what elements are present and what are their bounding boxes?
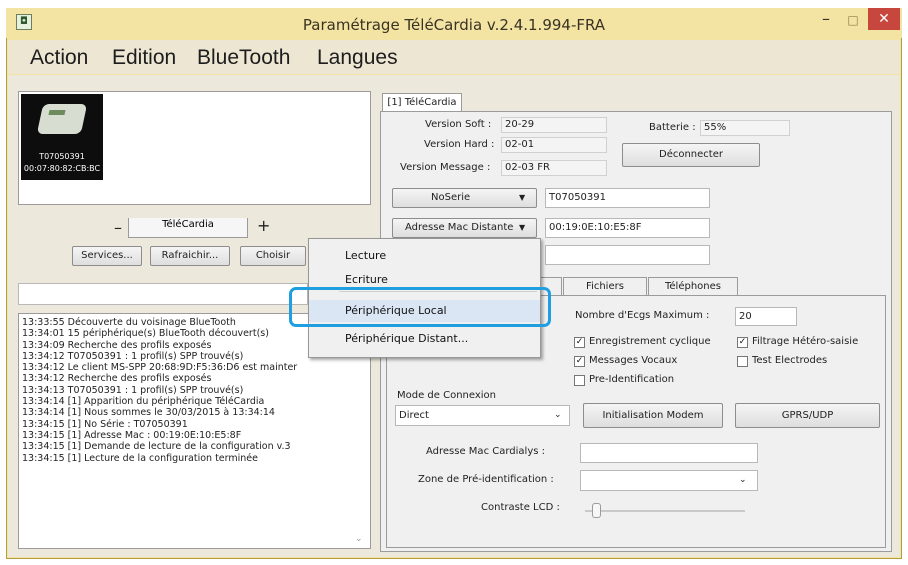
max-ecg-input[interactable]: 20 [735, 307, 797, 326]
window-title: Paramétrage TéléCardia v.2.4.1.994-FRA [302, 16, 606, 34]
mac-select[interactable]: Adresse Mac Distante ▼ [392, 218, 537, 238]
disconnect-button[interactable]: Déconnecter [622, 143, 760, 167]
menu-edition[interactable]: Edition [112, 46, 176, 70]
device-mac: 00:07:80:82:CB:BC [23, 164, 101, 173]
device-id: T07050391 [39, 152, 85, 161]
chevron-down-icon: ⌄ [554, 410, 562, 420]
battery-label: Batterie : [649, 122, 696, 133]
tab-telephones[interactable]: Téléphones [648, 277, 738, 296]
menu-item-lecture[interactable]: Lecture [309, 245, 540, 267]
preid-label: Pre-Identification [589, 374, 675, 385]
gprs-button[interactable]: GPRS/UDP [735, 403, 880, 428]
refresh-button[interactable]: Rafraichir... [150, 246, 230, 266]
device-tile[interactable]: T07050391 00:07:80:82:CB:BC [21, 94, 103, 180]
log-line: 13:34:12 Le client MS-SPP 20:68:9D:F5:36… [22, 362, 298, 374]
preid-zone-label: Zone de Pré-identification : [418, 474, 554, 485]
test-label: Test Electrodes [752, 355, 828, 366]
version-msg-value: 02-03 FR [501, 160, 607, 176]
noserie-select-label: NoSerie [431, 192, 471, 203]
version-hard-value: 02-01 [501, 137, 607, 153]
log-line: 13:34:14 [1] Nous sommes le 30/03/2015 à… [22, 407, 275, 419]
menu-bluetooth[interactable]: BlueTooth [197, 46, 290, 70]
log-line: 13:34:15 [1] No Série : T07050391 [22, 418, 188, 430]
log-line: 13:34:13 T07050391 : 1 profil(s) SPP tro… [22, 384, 244, 396]
minimize-button[interactable]: – [813, 10, 839, 30]
contrast-slider-track[interactable] [585, 510, 745, 512]
device-list[interactable]: T07050391 00:07:80:82:CB:BC [18, 91, 371, 205]
battery-value: 55% [700, 120, 790, 136]
menu-item-peripherique-distant[interactable]: Périphérique Distant... [309, 328, 540, 350]
preid-zone-select[interactable]: ⌄ [580, 470, 758, 491]
maximize-button[interactable]: □ [840, 10, 866, 30]
contrast-slider-thumb[interactable] [592, 503, 601, 518]
init-modem-button[interactable]: Initialisation Modem [583, 403, 723, 428]
close-button[interactable]: ✕ [868, 8, 900, 30]
menu-langues[interactable]: Langues [317, 46, 398, 70]
services-button[interactable]: Services... [72, 246, 142, 266]
voice-label: Messages Vocaux [589, 355, 678, 366]
max-ecg-label: Nombre d'Ecgs Maximum : [575, 310, 710, 321]
voice-checkbox[interactable]: ✓ [574, 356, 585, 367]
cyclic-label: Enregistrement cyclique [589, 336, 711, 347]
tab-telecardia[interactable]: [1] TéléCardia [382, 93, 462, 112]
device-screen [48, 110, 66, 115]
log-line: 13:34:15 [1] Demande de lecture de la co… [22, 441, 291, 453]
menu-action[interactable]: Action [30, 46, 88, 70]
choose-button[interactable]: Choisir [240, 246, 306, 266]
device-prev-button[interactable]: – [114, 218, 122, 237]
filter-checkbox[interactable]: ✓ [737, 337, 748, 348]
filter-label: Filtrage Hétéro-saisie [752, 336, 859, 347]
mac-cardialys-label: Adresse Mac Cardialys : [426, 446, 545, 457]
version-soft-value: 20-29 [501, 117, 607, 133]
conn-mode-select[interactable]: Direct ⌄ [395, 405, 570, 426]
log-line: 13:34:12 Recherche des profils exposés [22, 373, 212, 385]
noserie-select[interactable]: NoSerie ▼ [392, 188, 537, 208]
mac-field[interactable]: 00:19:0E:10:E5:8F [545, 218, 710, 238]
contrast-label: Contraste LCD : [481, 502, 560, 513]
log-line: 13:34:15 [1] Lecture de la configuration… [22, 452, 258, 464]
device-next-button[interactable]: + [257, 216, 270, 235]
cyclic-checkbox[interactable]: ✓ [574, 337, 585, 348]
device-name-label: TéléCardia [128, 218, 248, 238]
mac-select-label: Adresse Mac Distante [405, 222, 514, 233]
log-line: 13:34:14 [1] Apparition du périphérique … [22, 396, 265, 408]
version-msg-label: Version Message : [400, 162, 491, 173]
test-checkbox[interactable] [737, 356, 748, 367]
noserie-field[interactable]: T07050391 [545, 188, 710, 208]
chevron-down-icon: ▼ [519, 223, 526, 232]
highlight-frame [289, 287, 551, 327]
device-image [36, 104, 88, 134]
scroll-down-icon[interactable]: ⌄ [355, 534, 363, 544]
menu-bar: Action Edition BlueTooth Langues [8, 40, 900, 74]
log-line: 13:34:15 [1] Adresse Mac : 00:19:0E:10:E… [22, 429, 242, 441]
chevron-down-icon: ▼ [519, 193, 526, 202]
conn-mode-value: Direct [399, 410, 429, 421]
title-bar[interactable]: ◘ Paramétrage TéléCardia v.2.4.1.994-FRA… [6, 8, 902, 38]
version-hard-label: Version Hard : [424, 139, 495, 150]
command-input[interactable] [18, 283, 308, 305]
extra-field[interactable] [545, 245, 710, 265]
mac-cardialys-input[interactable] [580, 443, 758, 463]
conn-mode-label: Mode de Connexion [397, 390, 497, 401]
version-soft-label: Version Soft : [425, 119, 492, 130]
tab-fichiers[interactable]: Fichiers [563, 277, 647, 296]
preid-checkbox[interactable] [574, 375, 585, 386]
chevron-down-icon: ⌄ [739, 475, 747, 485]
